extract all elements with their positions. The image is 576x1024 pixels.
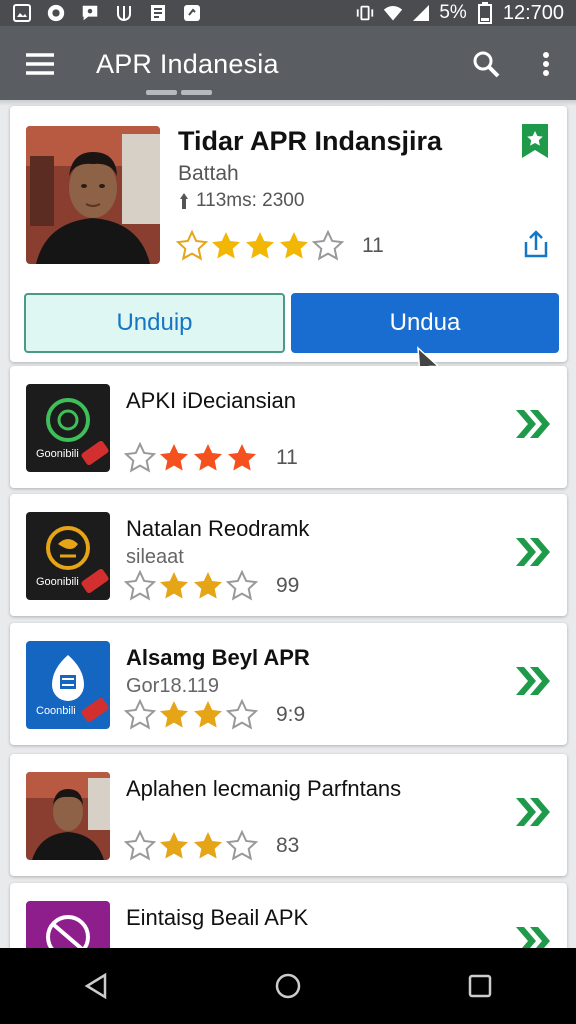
star-filled-icon [246, 232, 274, 259]
gallery-icon [12, 3, 32, 23]
star-filled-icon [194, 701, 222, 728]
star-empty-icon [124, 570, 156, 601]
clock: 12:700 [502, 1, 564, 24]
featured-rating: 11 [176, 230, 384, 262]
featured-app-developer: Battah [178, 162, 239, 185]
star-filled-icon [194, 572, 222, 599]
battery-icon [475, 2, 495, 24]
open-app-icon[interactable] [512, 532, 552, 572]
note-icon [148, 3, 168, 23]
download-button[interactable]: Undua [291, 293, 559, 353]
antenna-icon [114, 3, 134, 23]
star-empty-icon [124, 830, 156, 861]
recents-square-icon[interactable] [450, 956, 510, 1016]
system-status: 5% 12:700 [355, 2, 564, 25]
app-title: Natalan Reodramk [126, 516, 310, 541]
star-filled-icon [228, 444, 256, 471]
star-filled-icon [160, 832, 188, 859]
app-list-item[interactable]: Goonibili APKI iDeciansian 11 [10, 366, 567, 488]
app-title: Aplahen lecmanig Parfntans [126, 776, 402, 801]
app-bar: APR Indanesia [0, 26, 576, 102]
circle-app-icon [46, 3, 66, 23]
featured-app-photo [26, 126, 160, 264]
app-icon-label: Goonibili [36, 576, 79, 588]
open-app-icon[interactable] [512, 404, 552, 444]
back-triangle-icon[interactable] [66, 956, 126, 1016]
app-subtitle: Gor18.119 [126, 675, 220, 697]
open-app-icon[interactable] [512, 661, 552, 701]
app-rating-count: 99 [276, 574, 300, 597]
open-app-icon[interactable] [512, 792, 552, 832]
app-icon: Goonibili [26, 512, 110, 600]
star-filled-icon [280, 232, 308, 259]
featured-app-meta: 113ms: 2300 [178, 190, 304, 212]
pin-icon [180, 193, 188, 209]
navigation-bar [0, 948, 576, 1024]
app-title: APKI iDeciansian [126, 388, 296, 413]
star-filled-icon [194, 444, 222, 471]
star-empty-icon [226, 699, 258, 730]
featured-app-card[interactable]: Tidar APR Indansjira Battah 113ms: 2300 … [10, 106, 567, 362]
signal-icon [411, 3, 431, 23]
star-filled-icon [160, 444, 188, 471]
share-icon[interactable] [520, 228, 552, 260]
wifi-icon [383, 3, 403, 23]
search-icon[interactable] [456, 26, 516, 102]
tile-app-icon [182, 3, 202, 23]
vibrate-icon [355, 3, 375, 23]
app-list-item[interactable]: Goonibili Natalan Reodramk sileaat 99 [10, 494, 567, 616]
app-rating: 83 [124, 830, 299, 862]
home-circle-icon[interactable] [258, 956, 318, 1016]
bookmark-star-icon[interactable] [520, 124, 550, 160]
star-empty-icon [124, 699, 156, 730]
star-filled-icon [212, 232, 240, 259]
more-vert-icon[interactable] [516, 26, 576, 102]
star-filled-icon [194, 832, 222, 859]
app-rating-count: 83 [276, 834, 300, 857]
hamburger-menu-icon[interactable] [0, 26, 80, 102]
featured-rating-count: 11 [362, 234, 384, 257]
featured-app-meta-text: 113ms: 2300 [196, 190, 305, 211]
app-icon: Goonibili [26, 384, 110, 472]
app-icon: Coonbili [26, 641, 110, 729]
battery-percent: 5% [439, 2, 467, 23]
app-rating-count: 9:9 [276, 703, 306, 726]
app-icon [26, 772, 110, 860]
app-icon-label: Goonibili [36, 448, 79, 460]
app-list-item[interactable]: Aplahen lecmanig Parfntans 83 [10, 754, 567, 876]
secondary-download-button[interactable]: Unduip [24, 293, 285, 353]
notification-icons [12, 3, 202, 23]
app-list-item[interactable]: Coonbili Alsamg Beyl APR Gor18.119 9:9 [10, 623, 567, 745]
app-icon-label: Coonbili [36, 705, 76, 717]
app-rating-count: 11 [276, 446, 298, 469]
app-rating: 9:9 [124, 699, 305, 731]
star-filled-icon [160, 701, 188, 728]
app-subtitle: sileaat [126, 546, 184, 568]
app-rating: 11 [124, 442, 298, 474]
app-title: APR Indanesia [96, 48, 279, 79]
star-empty-icon [124, 442, 156, 473]
star-filled-icon [160, 572, 188, 599]
app-title: Eintaisg Beail APK [126, 905, 309, 930]
featured-app-title: Tidar APR Indansjira [178, 126, 443, 156]
star-empty-icon [226, 570, 258, 601]
app-rating: 99 [124, 570, 299, 602]
star-empty-icon [176, 230, 208, 261]
status-bar: 5% 12:700 [0, 0, 576, 26]
star-empty-icon [226, 830, 258, 861]
star-empty-icon [312, 230, 344, 261]
chat-icon [80, 3, 100, 23]
tab-indicator [146, 90, 212, 95]
app-title: Alsamg Beyl APR [126, 645, 310, 670]
